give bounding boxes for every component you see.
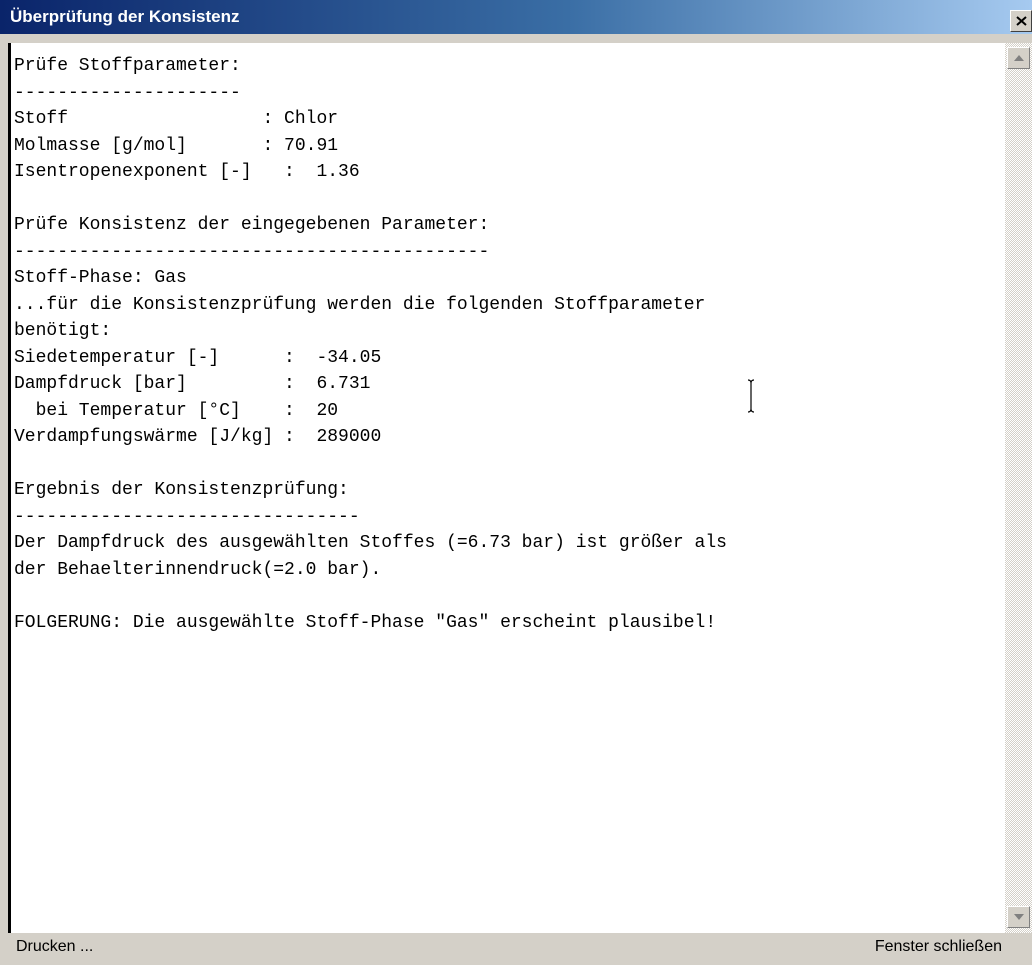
close-icon	[1016, 16, 1027, 26]
close-window-button[interactable]: Fenster schließen	[875, 938, 1002, 962]
scroll-up-button[interactable]	[1007, 47, 1030, 69]
button-bar: Drucken ... Fenster schließen	[0, 933, 1032, 965]
print-button[interactable]: Drucken ...	[16, 938, 93, 962]
title-bar[interactable]: Überprüfung der Konsistenz	[0, 0, 1032, 34]
scroll-up-arrow-icon	[1014, 55, 1024, 61]
scroll-down-arrow-icon	[1014, 914, 1024, 920]
window-title: Überprüfung der Konsistenz	[10, 7, 240, 26]
report-text: Prüfe Stoffparameter: ------------------…	[14, 56, 727, 633]
report-text-area[interactable]: Prüfe Stoffparameter: ------------------…	[8, 43, 1005, 933]
scroll-down-button[interactable]	[1007, 906, 1030, 928]
close-button[interactable]	[1010, 10, 1032, 32]
text-cursor-icon	[747, 379, 755, 413]
vertical-scrollbar[interactable]	[1005, 43, 1032, 933]
